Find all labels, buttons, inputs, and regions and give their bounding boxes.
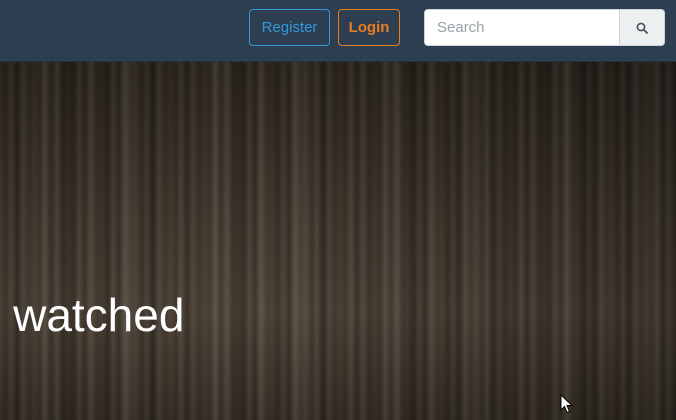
- hero-banner: rk watched !: [0, 62, 676, 420]
- hero-heading-line-2: !: [0, 344, 184, 402]
- mouse-pointer-icon: [560, 394, 574, 414]
- register-button[interactable]: Register: [249, 9, 330, 46]
- search-icon: [636, 22, 648, 34]
- search-input[interactable]: [424, 9, 619, 46]
- search-form: [424, 9, 665, 46]
- hero-heading: rk watched !: [0, 286, 184, 402]
- login-button[interactable]: Login: [338, 9, 400, 46]
- top-navbar: Register Login: [0, 0, 676, 62]
- search-button[interactable]: [619, 9, 665, 46]
- hero-heading-line-1: rk watched: [0, 289, 185, 341]
